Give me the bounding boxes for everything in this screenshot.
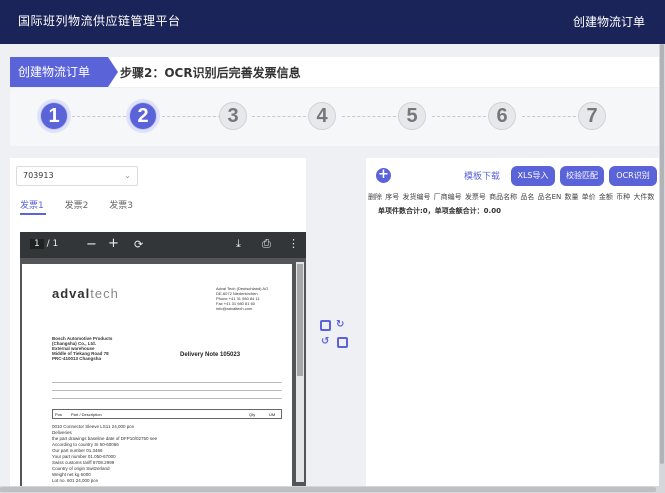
create-order-badge: 创建物流订单: [10, 57, 118, 87]
items-table-body: 0010 Connector Sleeve LS11 24,000 pce De…: [52, 424, 158, 483]
pdf-toolbar: 1 / 1 − + ⟳ ⤓ ⎙ ⋮: [20, 232, 306, 258]
step-connector: [72, 116, 136, 117]
pdf-scrollbar[interactable]: [296, 262, 304, 482]
rotate-icon[interactable]: ⟳: [134, 238, 143, 251]
step-6[interactable]: 6: [488, 102, 516, 130]
tab-invoice-3[interactable]: 发票3: [109, 201, 133, 211]
divider: [52, 398, 282, 399]
items-table-header: Pos Part / Description Qty UM: [52, 409, 282, 419]
step-connector: [162, 116, 226, 117]
create-order-link[interactable]: 创建物流订单: [573, 13, 645, 30]
arrow-icon: ↻: [336, 319, 345, 330]
app-title: 国际班列物流供应链管理平台: [18, 14, 181, 28]
step-3[interactable]: 3: [219, 102, 247, 130]
company-logo: advaltech: [52, 286, 119, 301]
zoom-out-icon[interactable]: −: [86, 237, 97, 252]
chevron-down-icon: ⌄: [124, 171, 131, 180]
delivery-note-title: Delivery Note 105023: [180, 352, 241, 358]
tab-invoice-1[interactable]: 发票1: [20, 201, 44, 211]
step-7[interactable]: 7: [578, 102, 606, 130]
invoice-detail-panel: + 模板下载 XLS导入 校验匹配 OCR识别 删除 序号 发货编号 厂商编号 …: [366, 158, 660, 488]
order-select-value: 703913: [23, 171, 54, 180]
template-download-link[interactable]: 模板下载: [464, 169, 500, 182]
step-connector: [252, 116, 316, 117]
pdf-page: advaltech Adval Tech (Deutschland) AG DE…: [22, 264, 292, 486]
active-tab-indicator: [20, 213, 46, 215]
step-connector: [342, 116, 406, 117]
step-5[interactable]: 5: [398, 102, 426, 130]
step-bar: 创建物流订单 步骤2：OCR识别后完善发票信息: [10, 57, 660, 87]
step-2[interactable]: 2: [129, 102, 157, 130]
divider: [52, 382, 282, 383]
totals-summary: 单项件数合计:0，单项金额合计：0.00: [378, 207, 501, 215]
scrollbar-thumb[interactable]: [297, 264, 303, 376]
step-4[interactable]: 4: [308, 102, 336, 130]
step-title: 步骤2：OCR识别后完善发票信息: [120, 66, 301, 80]
page-indicator: 1 / 1: [30, 239, 58, 249]
print-icon[interactable]: ⎙: [262, 237, 271, 251]
arrow-icon: ↺: [321, 336, 330, 347]
download-icon[interactable]: ⤓: [236, 237, 241, 251]
add-row-button[interactable]: +: [376, 168, 391, 183]
divider: [52, 390, 282, 391]
step-progress: 1 2 3 4 5 6 7: [10, 88, 660, 146]
table-columns-header: 删除 序号 发货编号 厂商编号 发票号 商品名称 品名 品名EN 数量 单价 金…: [368, 193, 655, 201]
horizontal-scrollbar[interactable]: [0, 486, 665, 493]
page-total: / 1: [46, 239, 59, 249]
validate-match-button[interactable]: 校验匹配: [560, 166, 604, 186]
scrollbar-thumb[interactable]: [0, 487, 656, 492]
sender-address: Adval Tech (Deutschland) AG DE-6072 Nied…: [216, 286, 269, 311]
tab-invoice-2[interactable]: 发票2: [65, 201, 89, 211]
scrollbar-thumb[interactable]: [660, 44, 664, 464]
invoice-preview-panel: 703913 ⌄ 发票1 发票2 发票3 1 / 1 − + ⟳ ⤓ ⎙ ⋮ a…: [10, 158, 306, 488]
zoom-in-icon[interactable]: +: [108, 236, 119, 251]
swap-square: [320, 320, 331, 331]
ocr-recognize-button[interactable]: OCR识别: [609, 166, 657, 186]
step-connector: [432, 116, 496, 117]
top-header: 国际班列物流供应链管理平台 创建物流订单: [0, 0, 665, 44]
step-1[interactable]: 1: [40, 102, 68, 130]
more-vertical-icon[interactable]: ⋮: [288, 237, 299, 250]
page-scrollbar[interactable]: [659, 44, 665, 486]
xls-import-button[interactable]: XLS导入: [511, 166, 555, 186]
step-connector: [522, 116, 586, 117]
order-select[interactable]: 703913 ⌄: [16, 166, 138, 186]
page-input[interactable]: 1: [30, 239, 44, 249]
swap-square: [337, 337, 348, 348]
recipient-address: Bosch Automotive Products (Changsha) Co.…: [52, 336, 113, 361]
pdf-viewer[interactable]: advaltech Adval Tech (Deutschland) AG DE…: [20, 258, 306, 486]
swap-icon[interactable]: ↻ ↺: [320, 319, 350, 350]
